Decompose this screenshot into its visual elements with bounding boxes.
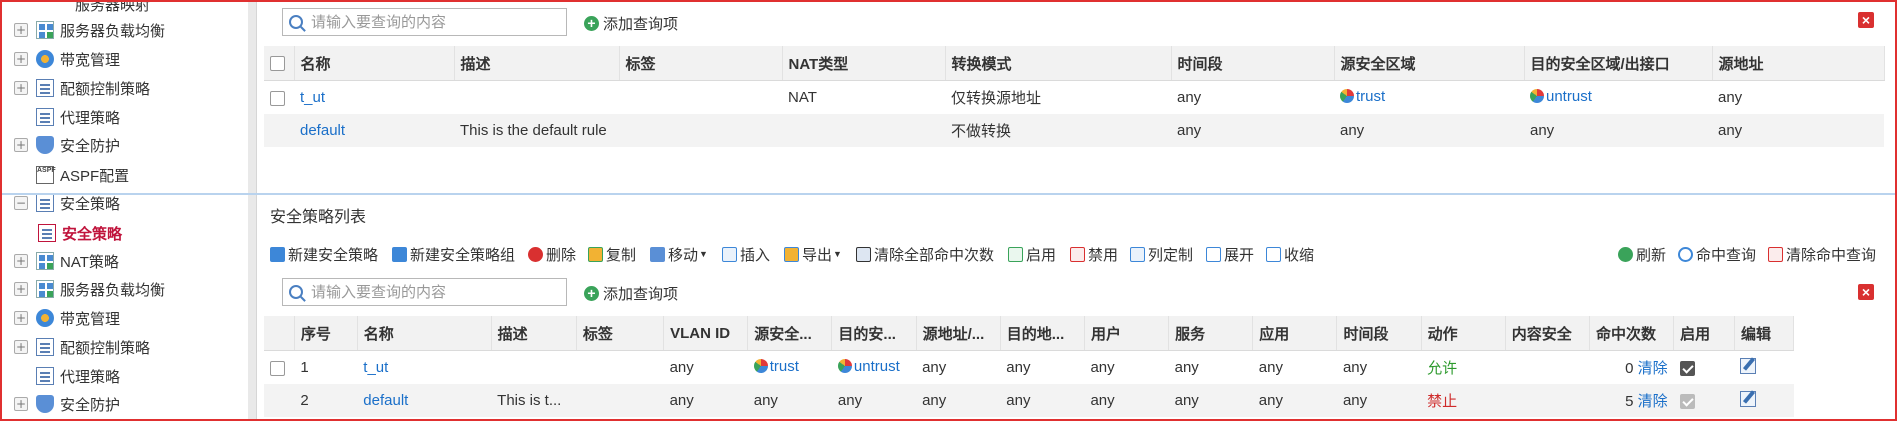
focus-frame bbox=[0, 0, 1897, 421]
